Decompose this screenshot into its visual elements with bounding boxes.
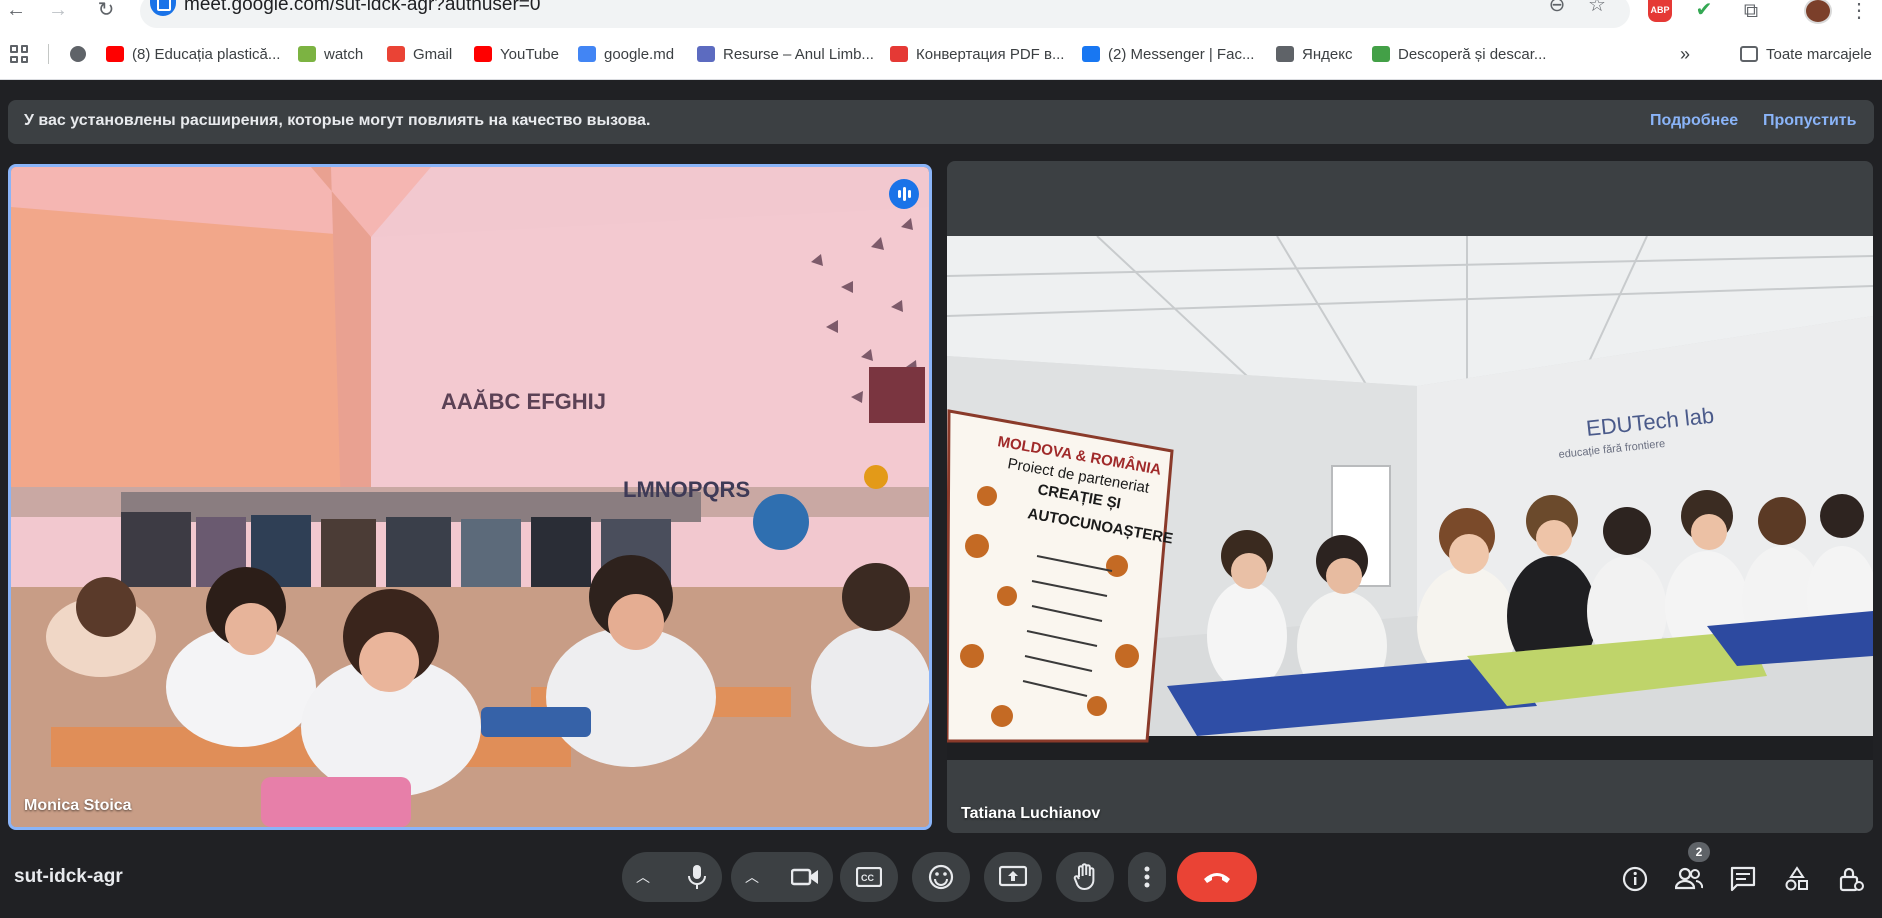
participant-name-monica: Monica Stoica xyxy=(24,797,132,814)
bookmark-label: Яндекс xyxy=(1302,45,1353,63)
bookmark-item[interactable]: (8) Educația plastică... xyxy=(106,43,280,65)
raise-hand-icon xyxy=(1073,863,1095,891)
url-text[interactable]: meet.google.com/sut-idck-agr?authuser=0 xyxy=(184,0,540,16)
forward-arrow-icon[interactable]: → xyxy=(44,0,72,24)
chat-icon xyxy=(1730,866,1756,892)
adblock-extension-icon[interactable]: ABP xyxy=(1648,0,1672,22)
speaking-indicator-icon xyxy=(889,179,919,209)
bookmark-label: YouTube xyxy=(500,45,559,63)
captions-button[interactable]: CC xyxy=(840,852,898,902)
video-camera-icon[interactable] xyxy=(791,867,819,887)
video-options-chevron-icon[interactable]: ︿ xyxy=(745,867,759,887)
reactions-button[interactable] xyxy=(912,852,970,902)
host-controls-button[interactable] xyxy=(1836,864,1866,894)
bookmark-item[interactable]: Яндекс xyxy=(1276,43,1352,65)
reload-icon[interactable]: ↻ xyxy=(92,0,120,24)
info-icon xyxy=(1622,866,1648,892)
banner-message: У вас установлены расширения, которые мо… xyxy=(24,112,651,129)
bookmark-globe[interactable] xyxy=(70,43,94,65)
bookmark-label: Descoperă și descar... xyxy=(1398,45,1547,63)
bookmark-label: (8) Educația plastică... xyxy=(132,45,281,63)
folder-icon xyxy=(1740,46,1758,62)
participant-name-tatiana: Tatiana Luchianov xyxy=(961,805,1101,822)
globe-icon xyxy=(697,46,715,62)
bookmark-item[interactable]: Gmail xyxy=(387,43,452,65)
hang-up-phone-icon xyxy=(1204,873,1230,883)
bookmark-label: Конвертация PDF в... xyxy=(916,45,1065,63)
bookmark-label: watch xyxy=(324,45,364,63)
meet-favicon-icon xyxy=(150,0,176,16)
bookmark-star-icon[interactable]: ☆ xyxy=(1584,0,1610,18)
people-button[interactable] xyxy=(1674,864,1704,894)
host-lock-icon xyxy=(1839,867,1864,892)
bookmark-item[interactable]: google.md xyxy=(578,43,674,65)
more-vertical-icon xyxy=(1144,866,1150,888)
audio-options-chevron-icon[interactable]: ︿ xyxy=(636,867,650,887)
back-arrow-icon[interactable]: ← xyxy=(2,0,30,24)
banner-skip-link[interactable]: Пропустить xyxy=(1763,112,1856,130)
closed-captions-icon: CC xyxy=(856,867,882,887)
camera-control[interactable]: ︿ xyxy=(731,852,833,902)
leave-call-button[interactable] xyxy=(1177,852,1257,902)
address-bar[interactable]: meet.google.com/sut-idck-agr?authuser=0 … xyxy=(140,0,1630,28)
google-icon xyxy=(578,46,596,62)
download-icon xyxy=(298,46,316,62)
svg-text:CC: CC xyxy=(861,873,874,883)
extensions-puzzle-icon[interactable]: ⧉ xyxy=(1738,0,1764,24)
all-bookmarks-folder[interactable]: Toate marcajele xyxy=(1740,43,1872,65)
browser-toolbar: ← → ↻ meet.google.com/sut-idck-agr?authu… xyxy=(0,0,1882,28)
bookmarks-bar: (8) Educația plastică... watch Gmail YouTub… xyxy=(0,28,1882,80)
participant-count-badge: 2 xyxy=(1688,842,1710,862)
microphone-control[interactable]: ︿ xyxy=(622,852,722,902)
microphone-icon[interactable] xyxy=(686,864,708,890)
bookmark-item[interactable]: YouTube xyxy=(474,43,559,65)
shield-extension-icon[interactable]: ✔ xyxy=(1692,0,1716,22)
youtube-icon xyxy=(106,46,124,62)
browser-menu-icon[interactable]: ⋮ xyxy=(1846,0,1872,24)
profile-avatar[interactable] xyxy=(1804,0,1832,24)
bookmarks-divider xyxy=(48,44,49,64)
bookmark-label: (2) Messenger | Fac... xyxy=(1108,45,1255,63)
participant-tile-monica[interactable]: AAĂBC EFGHIJ LMNOPQRS Monica Stoica xyxy=(8,164,932,830)
emoji-icon xyxy=(928,864,954,890)
bookmark-item[interactable]: watch xyxy=(298,43,363,65)
px-icon xyxy=(1372,46,1390,62)
participant-video-monica: AAĂBC EFGHIJ LMNOPQRS xyxy=(11,167,929,827)
bookmarks-overflow-button[interactable]: » xyxy=(1680,43,1690,65)
zoom-icon[interactable]: ⊖ xyxy=(1544,0,1570,18)
all-bookmarks-label: Toate marcajele xyxy=(1766,45,1872,63)
more-options-button[interactable] xyxy=(1128,852,1166,902)
activities-button[interactable] xyxy=(1782,864,1812,894)
activities-shapes-icon xyxy=(1785,866,1808,891)
bookmark-item[interactable]: Конвертация PDF в... xyxy=(890,43,1064,65)
gmail-icon xyxy=(387,46,405,62)
bookmark-item[interactable]: Descoperă și descar... xyxy=(1372,43,1546,65)
extensions-warning-banner: У вас установлены расширения, которые мо… xyxy=(8,100,1874,144)
people-icon xyxy=(1675,867,1703,890)
raise-hand-button[interactable] xyxy=(1056,852,1114,902)
meeting-details-button[interactable] xyxy=(1620,864,1650,894)
participant-tile-tatiana[interactable]: EDUTech lab educație fără frontiere MOLD… xyxy=(947,161,1873,833)
heart-icon xyxy=(890,46,908,62)
bookmark-label: Resurse – Anul Limb... xyxy=(723,45,874,63)
youtube-icon xyxy=(474,46,492,62)
globe-icon xyxy=(1276,46,1294,62)
bookmark-item[interactable]: Resurse – Anul Limb... xyxy=(697,43,874,65)
wall-alphabet-letters: AAĂBC EFGHIJ xyxy=(441,389,606,414)
apps-grid-icon[interactable] xyxy=(10,45,28,63)
wall-alphabet-letters-2: LMNOPQRS xyxy=(623,477,750,502)
globe-icon xyxy=(70,46,86,62)
present-screen-button[interactable] xyxy=(984,852,1042,902)
facebook-icon xyxy=(1082,46,1100,62)
banner-learn-more-link[interactable]: Подробнее xyxy=(1650,112,1738,130)
bookmark-label: google.md xyxy=(604,45,675,63)
bookmark-item[interactable]: (2) Messenger | Fac... xyxy=(1082,43,1254,65)
meeting-code: sut-idck-agr xyxy=(14,866,123,887)
participant-video-tatiana: EDUTech lab educație fără frontiere MOLD… xyxy=(947,236,1873,760)
chat-button[interactable] xyxy=(1728,864,1758,894)
present-screen-icon xyxy=(999,865,1027,887)
bookmark-label: Gmail xyxy=(413,45,453,63)
